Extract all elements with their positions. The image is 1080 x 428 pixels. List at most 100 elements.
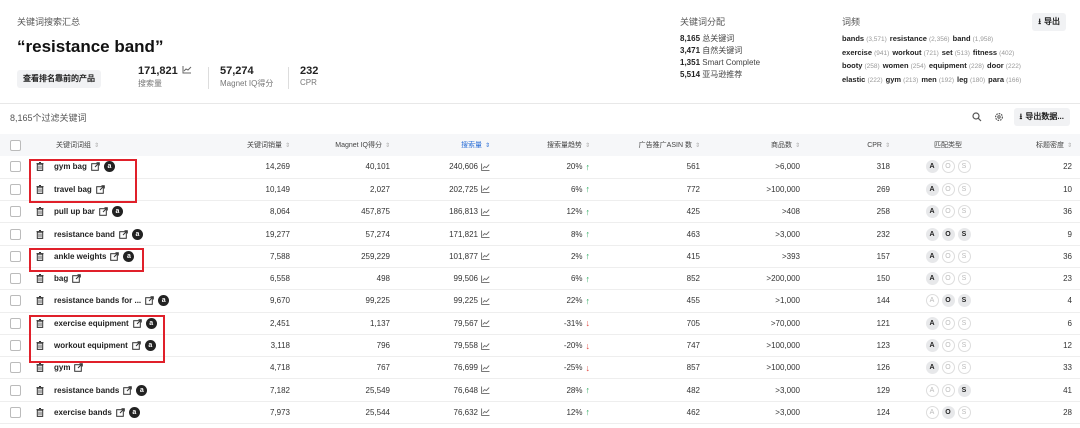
frequency-word[interactable]: leg xyxy=(957,75,968,84)
delete-icon[interactable] xyxy=(36,407,44,417)
table-row[interactable]: resistance bands for ... a 9,670 99,225 … xyxy=(0,290,1080,313)
table-row[interactable]: ankle weights a 7,588 259,229 101,877 2%… xyxy=(0,245,1080,268)
row-checkbox[interactable] xyxy=(10,362,21,374)
frequency-word[interactable]: elastic xyxy=(842,75,865,84)
trend-chart-icon[interactable] xyxy=(481,386,490,394)
col-keyword[interactable]: 关键词词组 ⇕ xyxy=(28,134,198,156)
match-type-a: A xyxy=(925,182,939,196)
row-checkbox[interactable] xyxy=(10,206,21,218)
match-type-s: S xyxy=(957,182,971,196)
match-type-o: O xyxy=(941,405,955,419)
trend-chart-icon[interactable] xyxy=(481,275,490,283)
trend-chart-icon[interactable] xyxy=(481,230,490,238)
external-link-icon[interactable] xyxy=(123,385,133,395)
frequency-word[interactable]: resistance xyxy=(890,34,927,43)
external-link-icon[interactable] xyxy=(74,363,84,373)
col-search-volume[interactable]: 搜索量 ⇕ xyxy=(398,134,498,156)
frequency-word[interactable]: equipment xyxy=(929,61,967,70)
external-link-icon[interactable] xyxy=(145,296,154,306)
col-magnet-iq[interactable]: Magnet IQ得分 ⇕ xyxy=(298,134,398,156)
frequency-word[interactable]: bands xyxy=(842,34,864,43)
frequency-word[interactable]: door xyxy=(987,61,1004,70)
magnet-iq-score: 25,549 xyxy=(365,385,390,395)
frequency-word[interactable]: men xyxy=(921,75,936,84)
trend-chart-icon[interactable] xyxy=(481,185,490,194)
delete-icon[interactable] xyxy=(36,363,44,373)
match-type-a: A xyxy=(925,383,939,397)
delete-icon[interactable] xyxy=(36,274,44,284)
trend-chart-icon[interactable] xyxy=(481,364,490,372)
row-checkbox[interactable] xyxy=(10,228,21,240)
keyword-text[interactable]: gym xyxy=(54,363,70,372)
trend-chart-icon[interactable] xyxy=(481,342,490,350)
col-sales[interactable]: 关键词销量 ⇕ xyxy=(198,134,298,156)
frequency-count: (180) xyxy=(969,76,986,84)
amazon-icon: a xyxy=(128,406,140,418)
row-checkbox[interactable] xyxy=(10,317,21,329)
table-row[interactable]: resistance bands a 7,182 25,549 76,648 2… xyxy=(0,379,1080,402)
export-button[interactable]: ⭳ 导出 xyxy=(1032,13,1066,31)
settings-gear-icon[interactable] xyxy=(992,110,1006,124)
row-checkbox[interactable] xyxy=(10,406,21,418)
dist-label: 自然关键词 xyxy=(702,46,743,55)
frequency-word[interactable]: women xyxy=(883,61,909,70)
delete-icon[interactable] xyxy=(36,207,44,217)
frequency-word[interactable]: band xyxy=(953,34,971,43)
table-row[interactable]: bag 6,558 498 99,506 6% ↑ 852 >200,000 15… xyxy=(0,267,1080,290)
frequency-word[interactable]: gym xyxy=(886,75,901,84)
external-link-icon[interactable] xyxy=(116,408,125,417)
trend-chart-icon[interactable] xyxy=(481,297,490,305)
col-search-trend[interactable]: 搜索量趋势 ⇕ xyxy=(498,134,598,156)
row-checkbox[interactable] xyxy=(10,340,21,352)
row-checkbox[interactable] xyxy=(10,183,21,195)
frequency-word[interactable]: set xyxy=(942,48,953,57)
table-row[interactable]: travel bag 10,149 2,027 202,725 6% ↑ 772 … xyxy=(0,178,1080,201)
frequency-word[interactable]: exercise xyxy=(842,48,872,57)
external-link-icon[interactable] xyxy=(72,274,82,283)
search-icon[interactable] xyxy=(970,110,984,124)
trend-chart-icon[interactable] xyxy=(481,408,490,417)
amazon-icon: a xyxy=(136,384,148,396)
keyword-text[interactable]: resistance bands for ... xyxy=(54,296,141,305)
keyword-text[interactable]: pull up bar xyxy=(54,207,95,216)
trend-chart-icon[interactable] xyxy=(481,208,490,216)
keyword-text[interactable]: resistance band xyxy=(54,230,115,239)
frequency-word[interactable]: workout xyxy=(892,48,921,57)
col-product-count[interactable]: 商品数 ⇕ xyxy=(708,134,808,156)
summary-title: 关键词搜索汇总 xyxy=(17,17,81,27)
row-checkbox[interactable] xyxy=(10,384,21,396)
table-row[interactable]: exercise bands a 7,973 25,544 76,632 12%… xyxy=(0,401,1080,424)
external-link-icon[interactable] xyxy=(119,229,128,239)
table-row[interactable]: pull up bar a 8,064 457,875 186,813 12% ↑… xyxy=(0,201,1080,223)
search-volume: 99,225 xyxy=(453,296,478,306)
col-sponsored-asins[interactable]: 广告推广ASIN 数 ⇕ xyxy=(598,134,708,156)
frequency-word[interactable]: fitness xyxy=(973,48,997,57)
col-title-density[interactable]: 标题密度 ⇕ xyxy=(998,134,1080,156)
row-checkbox[interactable] xyxy=(10,250,21,262)
trend-chart-icon[interactable] xyxy=(481,319,490,328)
col-cpr[interactable]: CPR ⇕ xyxy=(808,134,898,156)
keyword-text[interactable]: bag xyxy=(54,274,68,283)
delete-icon[interactable] xyxy=(36,296,44,306)
trend-chart-icon[interactable] xyxy=(182,65,192,77)
keyword-text[interactable]: resistance bands xyxy=(54,386,119,395)
table-row[interactable]: resistance band a 19,277 57,274 171,821 … xyxy=(0,223,1080,246)
select-all-checkbox[interactable] xyxy=(10,139,21,151)
trend-chart-icon[interactable] xyxy=(481,163,490,171)
match-type-s: S xyxy=(957,249,971,263)
frequency-word[interactable]: para xyxy=(988,75,1004,84)
export-data-button[interactable]: ⭳ 导出数据... xyxy=(1013,108,1070,126)
trend-chart-icon[interactable] xyxy=(481,252,490,261)
row-checkbox[interactable] xyxy=(10,161,21,173)
row-checkbox[interactable] xyxy=(10,273,21,285)
title-density: 6 xyxy=(1067,318,1072,328)
row-checkbox[interactable] xyxy=(10,295,21,307)
view-top-products-button[interactable]: 查看排名靠前的产品 xyxy=(17,70,101,88)
external-link-icon[interactable] xyxy=(99,207,108,217)
frequency-word[interactable]: booty xyxy=(842,61,862,70)
table-row[interactable]: gym bag a 14,269 40,101 240,606 20% ↑ 561… xyxy=(0,156,1080,179)
keyword-text[interactable]: exercise bands xyxy=(54,408,112,417)
delete-icon[interactable] xyxy=(36,385,44,395)
magnet-iq-score: 457,875 xyxy=(361,207,390,217)
delete-icon[interactable] xyxy=(36,229,44,239)
